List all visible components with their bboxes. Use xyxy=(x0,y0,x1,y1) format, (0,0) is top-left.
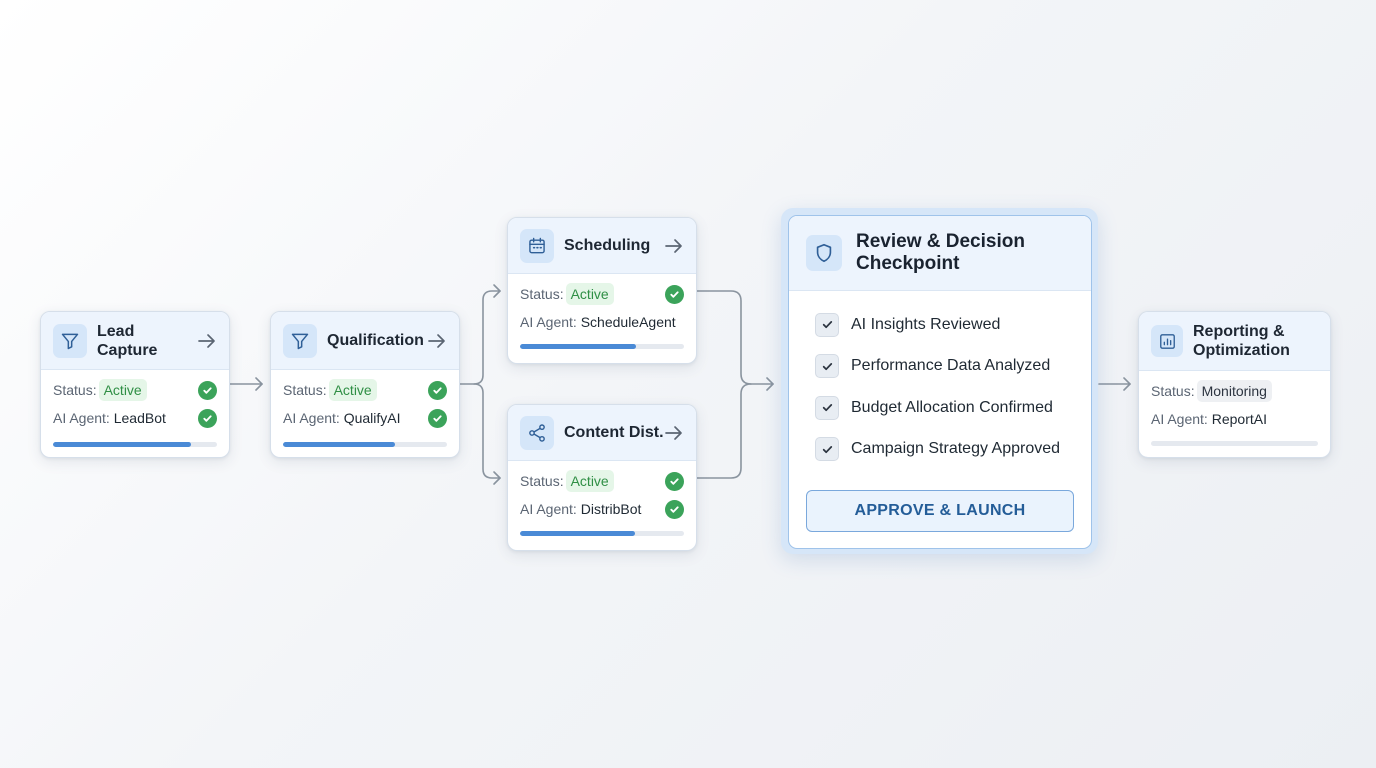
status-row: Status: Active xyxy=(520,280,684,308)
checkbox-checked-icon[interactable] xyxy=(815,354,839,379)
progress-bar xyxy=(53,442,217,447)
review-checkpoint-card: Review & Decision Checkpoint AI Insights… xyxy=(788,215,1092,549)
review-title-line1: Review & Decision xyxy=(856,231,1025,252)
check-circle-icon xyxy=(665,284,684,304)
status-badge: Active xyxy=(565,470,614,492)
stage-title-line2: Optimization xyxy=(1193,342,1290,359)
agent-label: AI Agent: xyxy=(1151,411,1208,427)
check-circle-icon xyxy=(198,380,217,400)
stage-card-scheduling[interactable]: Scheduling Status: Active AI Agent: Sche… xyxy=(507,217,697,364)
arrow-right-icon[interactable] xyxy=(664,238,684,254)
check-circle-icon xyxy=(428,380,447,400)
status-badge: Monitoring xyxy=(1196,380,1272,402)
checklist-item[interactable]: Campaign Strategy Approved xyxy=(789,429,1091,471)
funnel-icon xyxy=(283,323,317,358)
stage-card-reporting[interactable]: Reporting & Optimization Status: Monitor… xyxy=(1138,311,1331,458)
checklist-label: Budget Allocation Confirmed xyxy=(851,398,1053,416)
stage-header: Reporting & Optimization xyxy=(1139,312,1330,371)
check-circle-icon xyxy=(428,408,447,428)
agent-name: DistribBot xyxy=(580,501,642,517)
share-icon xyxy=(520,415,554,450)
stage-card-lead-capture[interactable]: Lead Capture Status: Active AI Agent: Le… xyxy=(40,311,230,458)
agent-row: AI Agent: LeadBot xyxy=(53,404,217,432)
agent-label: AI Agent: xyxy=(520,501,577,517)
arrow-right-icon[interactable] xyxy=(664,425,684,441)
checkbox-checked-icon[interactable] xyxy=(815,437,839,462)
agent-row: AI Agent: DistribBot xyxy=(520,495,684,523)
status-badge: Active xyxy=(328,379,377,401)
checklist-item[interactable]: Performance Data Analyzed xyxy=(789,346,1091,388)
stage-title: Reporting & Optimization xyxy=(1193,322,1318,360)
agent-row: AI Agent: ScheduleAgent xyxy=(520,308,684,336)
progress-bar xyxy=(520,531,684,536)
stage-card-qualification[interactable]: Qualification Status: Active AI Agent: Q… xyxy=(270,311,460,458)
shield-icon xyxy=(806,235,842,271)
checklist-item[interactable]: Budget Allocation Confirmed xyxy=(789,387,1091,429)
connector-branch-review xyxy=(696,290,774,385)
agent-name: QualifyAI xyxy=(343,410,401,426)
arrow-right-icon[interactable] xyxy=(427,333,447,349)
stage-header: Qualification xyxy=(271,312,459,370)
stage-header: Scheduling xyxy=(508,218,696,274)
stage-title: Lead Capture xyxy=(97,322,158,359)
check-circle-icon xyxy=(665,499,684,519)
check-circle-icon xyxy=(665,471,684,491)
chart-icon xyxy=(1151,325,1183,357)
stage-title: Scheduling xyxy=(564,237,651,254)
status-label: Status: xyxy=(283,382,327,398)
status-row: Status: Monitoring xyxy=(1151,377,1318,405)
stage-card-content-dist[interactable]: Content Dist. Status: Active AI Agent: D… xyxy=(507,404,697,551)
calendar-icon xyxy=(520,228,554,263)
check-circle-icon xyxy=(198,408,217,428)
status-badge: Active xyxy=(98,379,147,401)
checklist-label: Performance Data Analyzed xyxy=(851,357,1051,375)
status-row: Status: Active xyxy=(53,376,217,404)
checkbox-checked-icon[interactable] xyxy=(815,312,839,337)
review-checklist: AI Insights Reviewed Performance Data An… xyxy=(789,291,1091,470)
stage-header: Content Dist. xyxy=(508,405,696,461)
progress-fill xyxy=(283,442,395,447)
status-row: Status: Active xyxy=(283,376,447,404)
agent-name: LeadBot xyxy=(113,410,166,426)
checklist-item[interactable]: AI Insights Reviewed xyxy=(789,304,1091,346)
stage-title: Content Dist. xyxy=(564,424,664,441)
checklist-label: Campaign Strategy Approved xyxy=(851,440,1061,458)
status-label: Status: xyxy=(520,473,564,489)
progress-fill xyxy=(520,344,637,349)
stage-header: Lead Capture xyxy=(41,312,229,370)
status-label: Status: xyxy=(1151,383,1195,399)
stage-title-line1: Reporting & xyxy=(1193,323,1285,340)
review-title: Review & Decision Checkpoint xyxy=(856,231,1025,275)
review-title-line2: Checkpoint xyxy=(856,253,960,274)
funnel-icon xyxy=(53,323,87,358)
checklist-label: AI Insights Reviewed xyxy=(851,315,1001,333)
agent-row: AI Agent: ReportAI xyxy=(1151,405,1318,433)
connector-qualification-branch xyxy=(459,290,501,385)
status-row: Status: Active xyxy=(520,467,684,495)
status-badge: Active xyxy=(565,283,614,305)
approve-launch-button[interactable]: APPROVE & LAUNCH xyxy=(806,490,1074,532)
progress-bar xyxy=(283,442,447,447)
checkbox-checked-icon[interactable] xyxy=(815,395,839,420)
agent-label: AI Agent: xyxy=(283,410,340,426)
agent-name: ReportAI xyxy=(1211,411,1267,427)
review-checkpoint-frame: Review & Decision Checkpoint AI Insights… xyxy=(781,208,1098,554)
agent-row: AI Agent: QualifyAI xyxy=(283,404,447,432)
agent-name: ScheduleAgent xyxy=(580,314,676,330)
progress-bar xyxy=(1151,441,1318,446)
agent-label: AI Agent: xyxy=(53,410,110,426)
agent-label: AI Agent: xyxy=(520,314,577,330)
review-header: Review & Decision Checkpoint xyxy=(789,216,1091,291)
status-label: Status: xyxy=(53,382,97,398)
status-label: Status: xyxy=(520,286,564,302)
progress-fill xyxy=(53,442,191,447)
stage-title: Qualification xyxy=(327,332,424,349)
arrow-right-icon[interactable] xyxy=(197,333,217,349)
progress-bar xyxy=(520,344,684,349)
progress-fill xyxy=(520,531,635,536)
